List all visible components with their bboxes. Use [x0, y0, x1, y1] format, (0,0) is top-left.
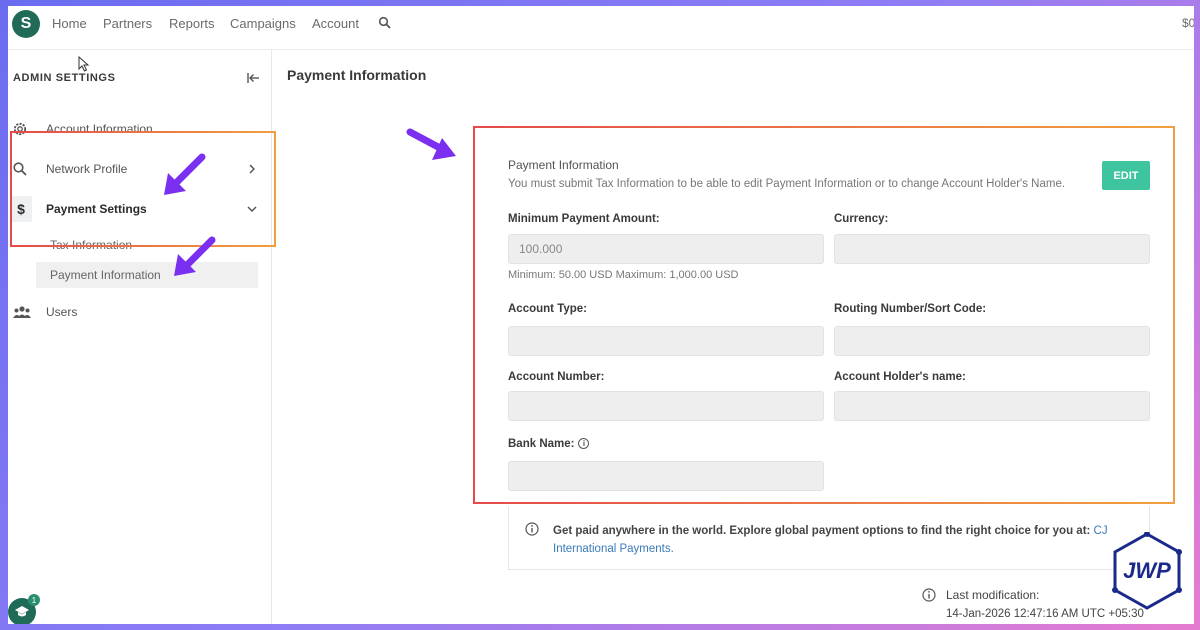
- jwp-watermark-logo: JWP: [1112, 532, 1182, 610]
- sidebar-item-label: Users: [46, 305, 78, 319]
- nav-account[interactable]: Account: [312, 16, 359, 31]
- last-modification-label: Last modification:: [946, 588, 1040, 602]
- sidebar-subitem-payment-information[interactable]: Payment Information: [36, 262, 258, 288]
- bank-name-label: Bank Name:: [508, 438, 575, 450]
- annotation-highlight-box-sidebar: [10, 131, 276, 247]
- annotation-arrow-icon: [164, 153, 206, 195]
- info-icon[interactable]: i: [578, 438, 590, 450]
- bank-name-label-row: Bank Name: i: [508, 438, 590, 450]
- graduation-cap-icon: [15, 606, 29, 617]
- section-description: You must submit Tax Information to be ab…: [508, 178, 1066, 190]
- account-holder-input[interactable]: [834, 391, 1150, 421]
- international-payments-notice: Get paid anywhere in the world. Explore …: [508, 506, 1150, 570]
- min-payment-label: Minimum Payment Amount:: [508, 213, 660, 225]
- cj-logo-icon[interactable]: S: [12, 10, 40, 38]
- bank-name-input[interactable]: [508, 461, 824, 491]
- sidebar-item-users[interactable]: Users: [8, 300, 272, 324]
- section-title: Payment Information: [508, 158, 619, 172]
- top-navigation: S Home Partners Reports Campaigns Accoun…: [8, 6, 1194, 50]
- nav-home[interactable]: Home: [52, 16, 87, 31]
- info-icon: [525, 522, 539, 536]
- mouse-cursor-icon: [78, 56, 90, 72]
- app-window: S Home Partners Reports Campaigns Accoun…: [8, 6, 1194, 624]
- account-number-input[interactable]: [508, 391, 824, 421]
- currency-input[interactable]: [834, 234, 1150, 264]
- page-title: Payment Information: [287, 67, 427, 83]
- currency-label: Currency:: [834, 213, 889, 225]
- notification-badge: 1: [28, 594, 40, 606]
- annotation-arrow-icon: [174, 236, 216, 276]
- routing-number-label: Routing Number/Sort Code:: [834, 303, 987, 315]
- notice-text-block: Get paid anywhere in the world. Explore …: [553, 522, 1133, 558]
- account-type-input[interactable]: [508, 326, 824, 356]
- account-number-label: Account Number:: [508, 371, 605, 383]
- users-icon: [13, 306, 31, 318]
- routing-number-input[interactable]: [834, 326, 1150, 356]
- account-type-label: Account Type:: [508, 303, 588, 315]
- account-holder-label: Account Holder's name:: [834, 371, 966, 383]
- nav-partners[interactable]: Partners: [103, 16, 152, 31]
- info-icon: [922, 588, 936, 602]
- svg-text:JWP: JWP: [1123, 558, 1171, 583]
- annotation-arrow-icon: [406, 128, 456, 160]
- edit-button[interactable]: EDIT: [1102, 161, 1150, 190]
- notice-text: Get paid anywhere in the world. Explore …: [553, 525, 1094, 537]
- sidebar-title: ADMIN SETTINGS: [13, 72, 116, 84]
- nav-balance: $0: [1182, 16, 1194, 30]
- min-payment-input[interactable]: 100.000: [508, 234, 824, 264]
- search-icon[interactable]: [378, 16, 392, 30]
- collapse-sidebar-icon[interactable]: [246, 71, 260, 85]
- nav-reports[interactable]: Reports: [169, 16, 215, 31]
- min-payment-hint: Minimum: 50.00 USD Maximum: 1,000.00 USD: [508, 269, 739, 281]
- nav-campaigns[interactable]: Campaigns: [230, 16, 296, 31]
